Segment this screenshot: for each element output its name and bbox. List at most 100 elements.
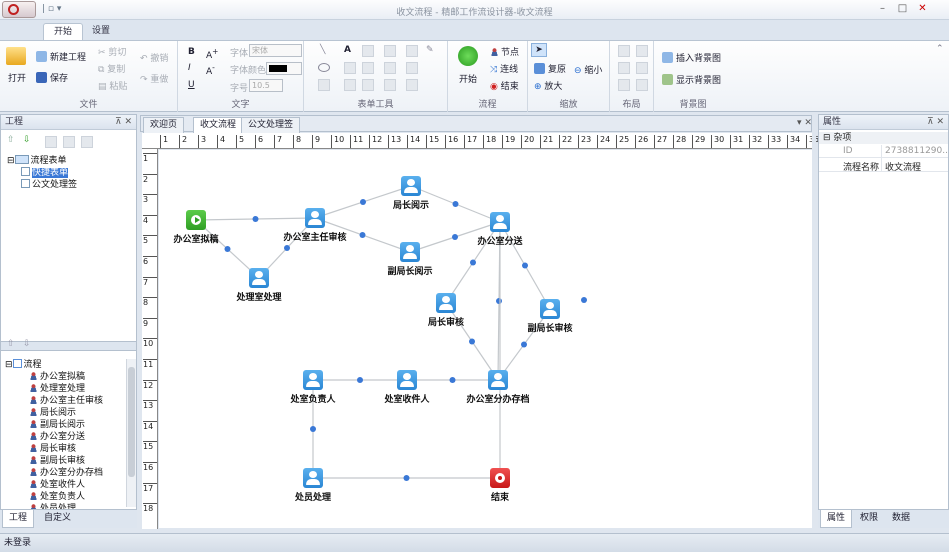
date-tool-icon[interactable] (362, 79, 374, 91)
font-color-picker[interactable] (266, 62, 302, 75)
property-row-name[interactable]: 流程名称 收文流程 (819, 159, 948, 173)
radio-tool-icon[interactable] (384, 62, 396, 74)
copy-form-icon[interactable] (45, 136, 57, 148)
scroll-thumb[interactable] (128, 367, 135, 477)
connector-midpoint[interactable] (224, 246, 231, 252)
align-top-icon[interactable] (618, 62, 630, 74)
flow-user-node[interactable] (401, 176, 421, 196)
flow-move-down-icon[interactable]: ⇩ (23, 339, 31, 349)
flow-user-node[interactable] (303, 370, 323, 390)
new-project-button[interactable]: 新建工程 (36, 50, 86, 63)
flow-user-node[interactable] (436, 293, 456, 313)
property-category[interactable]: ⊟ 杂项 (819, 132, 948, 144)
flow-tree-item[interactable]: 副局长审核 (5, 455, 125, 467)
start-play-icon[interactable] (458, 46, 478, 66)
redo-button[interactable]: ↷ 重做 (140, 72, 168, 85)
label-tool-icon[interactable] (362, 45, 374, 57)
move-down-icon[interactable]: ⇩ (23, 135, 31, 145)
project-tree-item[interactable]: ⊟ 流程表单 (1, 155, 77, 167)
connector-midpoint[interactable] (359, 232, 366, 238)
tab-doc-sign[interactable]: 公文处理签 (241, 117, 301, 133)
align-left-icon[interactable] (618, 45, 630, 57)
ribbon-collapse-icon[interactable]: ⌃ (936, 44, 944, 54)
start-button[interactable]: 开始 (459, 72, 477, 85)
connector-midpoint[interactable] (252, 216, 259, 222)
distribute-h-icon[interactable] (618, 79, 630, 91)
connector-midpoint[interactable] (403, 475, 410, 481)
font-size-select[interactable]: 10.5 (249, 79, 283, 92)
attachment-tool-icon[interactable] (384, 79, 396, 91)
flow-start-node[interactable] (186, 210, 206, 230)
distribute-v-icon[interactable] (636, 79, 648, 91)
pointer-icon[interactable]: ➤ (531, 43, 547, 57)
flow-tree-item[interactable]: 处理室处理 (5, 383, 125, 395)
tab-welcome[interactable]: 欢迎页 (143, 117, 185, 133)
copy-button[interactable]: ⧉ 复制 (98, 62, 125, 75)
panel-pin-close-icon[interactable]: ⊼ ✕ (115, 115, 132, 129)
font-select[interactable]: 宋体 (249, 44, 302, 57)
underline-button[interactable]: U (188, 80, 195, 90)
flow-user-node[interactable] (540, 299, 560, 319)
flow-tree-root[interactable]: ⊟ 流程 (5, 359, 125, 371)
connector-midpoint[interactable] (470, 259, 476, 266)
font-shrink-icon[interactable]: A- (206, 63, 215, 77)
combo-tool-icon[interactable] (344, 79, 356, 91)
tab-properties[interactable]: 属性 (820, 510, 853, 528)
flow-tree-item[interactable]: 处室收件人 (5, 479, 125, 491)
minimize-icon[interactable]: – (874, 2, 891, 16)
end-button[interactable]: ◉ 结束 (490, 79, 519, 92)
flow-user-node[interactable] (249, 268, 269, 288)
flow-tree-item[interactable]: 处室负责人 (5, 491, 125, 503)
align-middle-icon[interactable] (636, 62, 648, 74)
connector-midpoint[interactable] (284, 245, 290, 251)
connector-midpoint[interactable] (496, 298, 502, 304)
project-tree-item[interactable]: 公文处理签 (1, 179, 77, 191)
flow-canvas[interactable]: 办公室拟稿 处理室处理 办公室主任审核 局长阅示 副局长阅示 办公室分送 局长审核 副局长审核… (159, 150, 812, 528)
list-tool-icon[interactable] (406, 62, 418, 74)
connector-midpoint[interactable] (521, 341, 527, 348)
flow-tree-item[interactable]: 副局长阅示 (5, 419, 125, 431)
node-button[interactable]: 节点 (490, 45, 519, 58)
tab-dropdown-icon[interactable]: ▾ ✕ (797, 118, 812, 128)
tab-settings[interactable]: 设置 (82, 23, 120, 40)
signature-tool-icon[interactable] (406, 79, 418, 91)
tab-custom[interactable]: 自定义 (38, 510, 77, 528)
project-tree-item[interactable]: 快捷表单 (1, 167, 77, 179)
undo-button[interactable]: ↶ 撤销 (140, 51, 168, 64)
connector-midpoint[interactable] (581, 297, 587, 303)
insert-background-button[interactable]: 插入背景图 (662, 51, 721, 64)
close-icon[interactable]: ✕ (914, 2, 931, 16)
connector-midpoint[interactable] (452, 234, 458, 240)
line-tool-icon[interactable]: ╲ (320, 45, 325, 55)
flow-tree-item[interactable]: 办公室分办存档 (5, 467, 125, 479)
flow-user-node[interactable] (303, 468, 323, 488)
font-grow-icon[interactable]: A+ (206, 47, 218, 61)
open-folder-icon[interactable] (6, 47, 26, 65)
connector-midpoint[interactable] (357, 377, 363, 383)
textbox-tool-icon[interactable] (344, 62, 356, 74)
flow-user-node[interactable] (488, 370, 508, 390)
panel-splitter[interactable] (1, 341, 136, 351)
flow-user-node[interactable] (400, 242, 420, 262)
move-up-icon[interactable]: ⇧ (7, 135, 15, 145)
tab-data[interactable]: 数据 (886, 510, 916, 528)
flow-user-node[interactable] (490, 212, 510, 232)
show-background-button[interactable]: 显示背景图 (662, 73, 721, 86)
zoom-out-button[interactable]: ⊖ 缩小 (574, 63, 602, 76)
connector-midpoint[interactable] (452, 201, 459, 207)
properties-pin-close-icon[interactable]: ⊼ ✕ (927, 115, 944, 129)
flow-tree-item[interactable]: 办公室主任审核 (5, 395, 125, 407)
tab-incoming-flow[interactable]: 收文流程 (193, 117, 244, 133)
flow-user-node[interactable] (397, 370, 417, 390)
cut-button[interactable]: ✂ 剪切 (98, 45, 126, 58)
image-tool-icon[interactable] (406, 45, 418, 57)
checkbox-tool-icon[interactable] (384, 45, 396, 57)
restore-button[interactable]: 复原 (534, 62, 566, 75)
text-tool-icon[interactable]: A (344, 45, 351, 55)
connect-button[interactable]: ⤨ 连线 (490, 62, 518, 75)
bold-button[interactable]: B (188, 47, 195, 57)
property-row-id[interactable]: ID 2738811290... (819, 145, 949, 158)
open-button[interactable]: 打开 (8, 71, 26, 84)
table-tool-icon[interactable] (362, 62, 374, 74)
paste-button[interactable]: ▤ 粘贴 (98, 79, 127, 92)
